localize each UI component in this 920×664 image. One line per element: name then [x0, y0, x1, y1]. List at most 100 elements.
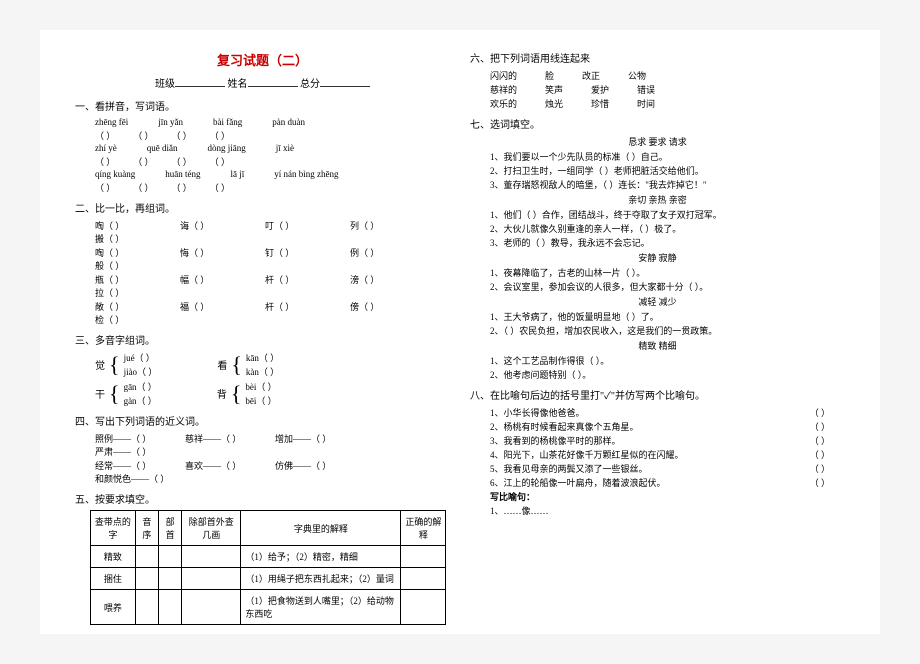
- th: 除部首外查几画: [182, 511, 241, 546]
- match-word: 慈祥的: [490, 83, 517, 96]
- td: 捆住: [91, 568, 136, 590]
- sentence: 4、阳光下，山茶花好像千万颗红星似的在闪耀。: [490, 448, 684, 461]
- q: 3、董存瑞怒视敌人的暗堡，（ ）连长："我去炸掉它！": [490, 178, 845, 191]
- match-word: 改正: [582, 69, 600, 82]
- sentence: 2、杨桃有时候看起来真像个五角星。: [490, 420, 639, 433]
- blank: （ ）: [95, 181, 115, 194]
- pinyin: huān téng: [165, 169, 200, 179]
- blank: （ ）: [172, 181, 192, 194]
- pinyin: dòng jiāng: [208, 143, 246, 153]
- name-label: 姓名: [228, 79, 248, 90]
- word-bank: 安静 寂静: [470, 251, 845, 264]
- poly-reading: bèi（ ）: [245, 380, 276, 393]
- section-8-title: 八、在比喻句后边的括号里打"✓"并仿写两个比喻句。: [470, 387, 845, 402]
- match-word: 时间: [637, 97, 655, 110]
- td-def: （1）把食物送到人嘴里；（2）给动物东西吃: [241, 590, 401, 625]
- blank: （ ）: [133, 129, 153, 142]
- char-blank: 滂（ ）: [350, 273, 435, 286]
- char-blank: 福（ ）: [180, 300, 265, 313]
- word-bank: 亲切 亲热 亲密: [470, 193, 845, 206]
- paren: （ ）: [810, 434, 830, 447]
- char-blank: 杆（ ）: [265, 273, 350, 286]
- poly-reading: gān（ ）: [124, 380, 157, 393]
- section-1: 一、看拼音，写词语。 zhēng fēijīn yǎnbài fǎngpàn d…: [75, 98, 450, 194]
- sentence: 3、我看到的杨桃像平时的那样。: [490, 434, 621, 447]
- score-label: 总分: [300, 79, 320, 90]
- q: 1、我们要以一个少先队员的标准（ ）自己。: [490, 150, 845, 163]
- match-word: 闪闪的: [490, 69, 517, 82]
- th: 音序: [135, 511, 158, 546]
- paren: （ ）: [810, 476, 830, 489]
- pinyin: bài fǎng: [213, 117, 242, 127]
- syn: 经常——（ ）: [95, 459, 185, 472]
- lookup-table: 查带点的字 音序 部首 除部首外查几画 字典里的解释 正确的解释 精致（1）给予…: [90, 510, 446, 625]
- pinyin: zhēng fēi: [95, 117, 128, 127]
- char-blank: 般（ ）: [95, 259, 180, 272]
- brace-icon: {: [231, 356, 242, 374]
- blank: （ ）: [133, 155, 153, 168]
- q: 1、他们（ ）合作，团结战斗，终于夺取了女子双打冠军。: [490, 208, 845, 221]
- match-word: 脸: [545, 69, 554, 82]
- td: 喂养: [91, 590, 136, 625]
- sentence: 1、小华长得像他爸爸。: [490, 406, 585, 419]
- section-7-title: 七、选词填空。: [470, 116, 845, 131]
- char-blank: 啕（ ）: [95, 219, 180, 232]
- paren: （ ）: [810, 462, 830, 475]
- blank: （ ）: [95, 155, 115, 168]
- char-blank: 瓶（ ）: [95, 273, 180, 286]
- blank: （ ）: [210, 155, 230, 168]
- char-blank: 啕（ ）: [95, 246, 180, 259]
- q: 2、他考虑问题特别（ ）。: [490, 368, 845, 381]
- char-blank: 敞（ ）: [95, 300, 180, 313]
- syn: 严肃——（ ）: [95, 445, 185, 458]
- match-word: 烛光: [545, 97, 563, 110]
- th: 字典里的解释: [241, 511, 401, 546]
- pinyin: quē diǎn: [147, 143, 178, 153]
- q: 3、老师的（ ）教导，我永远不会忘记。: [490, 236, 845, 249]
- syn: 仿佛——（ ）: [275, 459, 365, 472]
- poly-char: 看: [217, 357, 227, 372]
- char-blank: 傍（ ）: [350, 300, 435, 313]
- blank: （ ）: [95, 129, 115, 142]
- char-blank: 杆（ ）: [265, 300, 350, 313]
- blank: （ ）: [172, 129, 192, 142]
- char-blank: 检（ ）: [95, 313, 180, 326]
- match-word: 欢乐的: [490, 97, 517, 110]
- char-blank: 例（ ）: [350, 246, 435, 259]
- section-6: 六、把下列词语用线连起来 闪闪的脸改正公物 慈祥的笑声爱护错误 欢乐的烛光珍惜时…: [470, 50, 845, 110]
- q: 1、王大爷病了，他的饭量明显地（ ）了。: [490, 310, 845, 323]
- poly-reading: kàn（ ）: [246, 365, 279, 378]
- match-word: 错误: [637, 83, 655, 96]
- section-7: 七、选词填空。 恳求 要求 请求 1、我们要以一个少先队员的标准（ ）自己。 2…: [470, 116, 845, 381]
- q: 1、这个工艺品制作得很（ ）。: [490, 354, 845, 367]
- char-blank: 拉（ ）: [95, 286, 180, 299]
- section-6-title: 六、把下列词语用线连起来: [470, 50, 845, 65]
- td: 精致: [91, 546, 136, 568]
- word-bank: 恳求 要求 请求: [470, 135, 845, 148]
- match-word: 珍惜: [591, 97, 609, 110]
- pinyin: qíng kuàng: [95, 169, 135, 179]
- char-blank: 叮（ ）: [265, 219, 350, 232]
- match-word: 公物: [628, 69, 646, 82]
- th: 查带点的字: [91, 511, 136, 546]
- syn: 增加——（ ）: [275, 432, 365, 445]
- blank: （ ）: [133, 181, 153, 194]
- section-2: 二、比一比，再组词。 啕（ ）诲（ ）叮（ ）列（ ）搬（ ） 啕（ ）悔（ ）…: [75, 200, 450, 326]
- poly-char: 觉: [95, 357, 105, 372]
- section-4: 四、写出下列词语的近义词。 照例——（ ）慈祥——（ ）增加——（ ）严肃——（…: [75, 413, 450, 485]
- char-blank: 诲（ ）: [180, 219, 265, 232]
- poly-reading: bēi（ ）: [245, 394, 276, 407]
- pinyin: jīn yǎn: [158, 117, 183, 127]
- poly-reading: jué（ ）: [124, 351, 158, 364]
- brace-icon: {: [231, 385, 242, 403]
- blank: （ ）: [172, 155, 192, 168]
- td-def: （1）用绳子把东西扎起来；（2）量词: [241, 568, 401, 590]
- pinyin: jī xiè: [276, 143, 294, 153]
- section-1-title: 一、看拼音，写词语。: [75, 98, 450, 113]
- q: 2、会议室里，参加会议的人很多，但大家都十分（ ）。: [490, 280, 845, 293]
- poly-reading: jiào（ ）: [124, 365, 158, 378]
- th: 部首: [159, 511, 182, 546]
- char-blank: 幅（ ）: [180, 273, 265, 286]
- syn: 喜欢——（ ）: [185, 459, 275, 472]
- brace-icon: {: [109, 356, 120, 374]
